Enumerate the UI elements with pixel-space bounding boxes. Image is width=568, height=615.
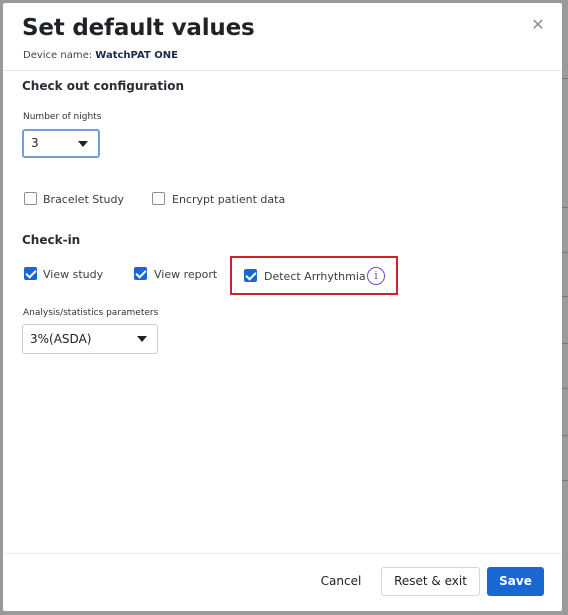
detect-arrhythmia-checkbox[interactable] [244,269,257,282]
info-icon[interactable]: i [367,267,385,285]
chevron-down-icon [78,140,88,147]
set-default-values-dialog: Set default values ✕ Device name: WatchP… [3,3,562,611]
analysis-select-value: 3%(ASDA) [30,332,92,346]
detect-arrhythmia-label: Detect Arrhythmia [264,270,366,283]
nights-label: Number of nights [23,112,102,122]
save-button[interactable]: Save [487,567,544,596]
bracelet-study-checkbox[interactable] [24,192,37,205]
checkout-section-title: Check out configuration [22,79,185,93]
bracelet-study-label: Bracelet Study [43,193,125,206]
encrypt-patient-data-checkbox[interactable] [152,192,165,205]
analysis-select[interactable]: 3%(ASDA) [22,324,158,354]
checkin-section-title: Check-in [22,233,81,247]
reset-and-exit-button[interactable]: Reset & exit [381,567,480,596]
view-report-checkbox[interactable] [134,267,147,280]
view-study-checkbox[interactable] [24,267,37,280]
device-name-value: WatchPAT ONE [95,50,178,61]
view-report-label: View report [154,268,218,281]
header-divider [3,70,562,71]
analysis-label: Analysis/statistics parameters [23,308,159,318]
dialog-footer: Cancel Reset & exit Save [3,553,562,611]
nights-select[interactable]: 3 [22,129,100,158]
device-name-line: Device name: WatchPAT ONE [23,50,178,61]
dialog-title: Set default values [22,15,255,41]
cancel-button[interactable]: Cancel [309,567,373,596]
encrypt-patient-data-label: Encrypt patient data [172,193,286,206]
view-study-label: View study [43,268,104,281]
device-name-label: Device name: [23,50,93,61]
nights-select-value: 3 [31,136,39,150]
chevron-down-icon [137,336,147,342]
close-icon[interactable]: ✕ [528,15,548,35]
